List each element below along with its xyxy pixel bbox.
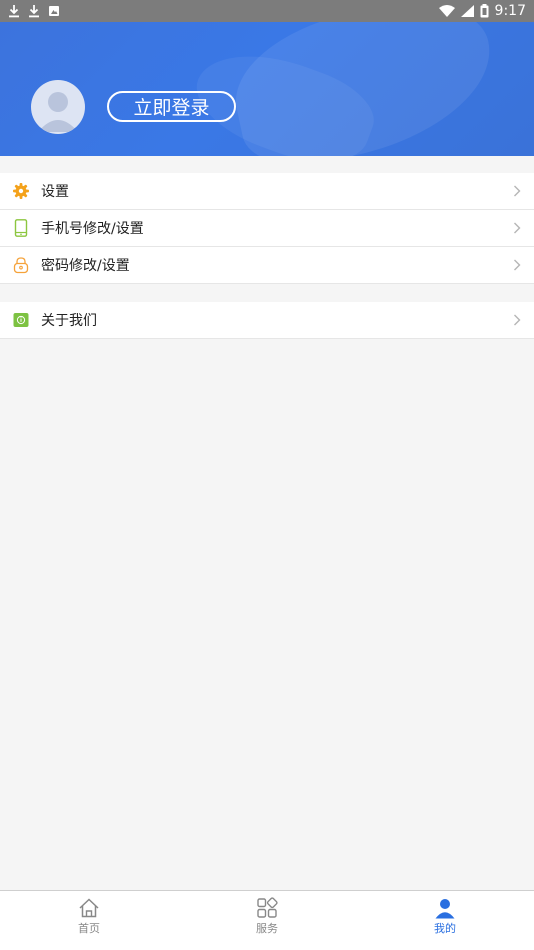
chevron-right-icon <box>514 314 521 326</box>
phone-icon <box>14 219 28 237</box>
download-icon <box>29 5 39 18</box>
battery-icon <box>480 4 489 18</box>
menu-item-about-us[interactable]: 关于我们 <box>0 302 534 339</box>
download-icon <box>9 5 19 18</box>
tab-services[interactable]: 服务 <box>178 891 356 950</box>
menu-item-label: 关于我们 <box>41 313 97 329</box>
profile-header: 立即登录 <box>0 22 534 156</box>
tab-label: 我的 <box>434 922 456 935</box>
status-time: 9:17 <box>494 3 526 19</box>
menu-item-phone-settings[interactable]: 手机号修改/设置 <box>0 210 534 247</box>
chevron-right-icon <box>514 185 521 197</box>
lock-icon <box>13 257 29 274</box>
about-menu-group: 关于我们 <box>0 302 534 339</box>
status-bar-right: 9:17 <box>438 3 526 19</box>
menu-item-label: 密码修改/设置 <box>41 258 130 274</box>
tab-label: 服务 <box>256 922 278 935</box>
menu-item-label: 设置 <box>41 184 69 200</box>
settings-menu-group: 设置 手机号修改/设置 密码修改/设置 <box>0 173 534 284</box>
chevron-right-icon <box>514 222 521 234</box>
menu-item-settings[interactable]: 设置 <box>0 173 534 210</box>
tab-label: 首页 <box>78 922 100 935</box>
signal-icon <box>460 5 474 17</box>
image-icon <box>49 6 59 16</box>
info-icon <box>13 313 29 327</box>
tab-profile[interactable]: 我的 <box>356 891 534 950</box>
user-avatar-icon[interactable] <box>31 80 85 134</box>
avatar-silhouette <box>38 92 78 132</box>
status-bar-left <box>8 4 60 18</box>
chevron-right-icon <box>514 259 521 271</box>
login-button[interactable]: 立即登录 <box>107 91 236 122</box>
services-grid-icon <box>257 897 278 918</box>
menu-item-password-settings[interactable]: 密码修改/设置 <box>0 247 534 284</box>
home-icon <box>79 898 99 918</box>
status-bar: 9:17 <box>0 0 534 22</box>
wifi-icon <box>438 5 455 17</box>
gear-icon <box>13 183 29 199</box>
profile-icon <box>435 899 455 919</box>
tab-home[interactable]: 首页 <box>0 891 178 950</box>
bottom-tab-bar: 首页 服务 我的 <box>0 890 534 950</box>
menu-item-label: 手机号修改/设置 <box>41 221 144 237</box>
